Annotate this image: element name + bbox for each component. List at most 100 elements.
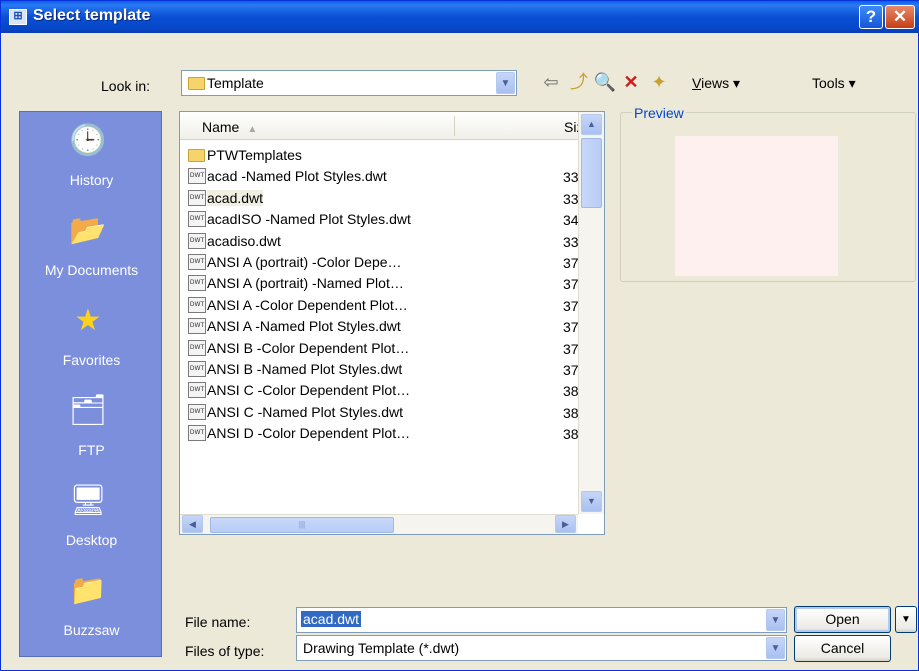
file-row[interactable]: PTWTemplates [180, 146, 578, 167]
scroll-down-icon[interactable]: ▼ [581, 491, 602, 512]
place-favorites[interactable]: ★ Favorites [20, 292, 163, 382]
search-web-icon[interactable]: 🔍 [593, 71, 617, 93]
open-options-icon[interactable]: ▼ [895, 606, 917, 633]
file-name: ANSI A (portrait) -Color Depe… [207, 253, 402, 270]
history-icon: 🕒 [69, 123, 107, 157]
look-in-dropdown[interactable]: Template ▼ [181, 70, 517, 96]
column-divider[interactable] [454, 116, 455, 136]
ftp-icon: 🗂 [68, 393, 108, 427]
up-folder-icon[interactable]: ⤴ [567, 71, 591, 93]
place-ftp[interactable]: 🗂 FTP [20, 382, 163, 472]
file-name: ANSI A (portrait) -Named Plot… [207, 275, 404, 292]
dwt-file-icon: DWT [188, 382, 206, 399]
folder-icon [188, 148, 205, 162]
column-header-name[interactable]: Name ▲ [202, 119, 257, 135]
file-row[interactable]: DWTANSI B -Color Dependent Plot…37 K [180, 339, 592, 360]
file-name: acad.dwt [207, 189, 264, 206]
file-row[interactable]: DWTANSI A -Named Plot Styles.dwt37 K [180, 317, 592, 338]
caret-down-icon: ▾ [733, 75, 741, 91]
dwt-file-icon: DWT [188, 253, 206, 270]
dwt-file-icon: DWT [188, 275, 206, 292]
scroll-right-icon[interactable]: ▶ [555, 515, 576, 533]
place-label: Favorites [62, 352, 121, 368]
files-of-type-value: Drawing Template (*.dwt) [303, 640, 460, 656]
dwt-file-icon: DWT [188, 168, 206, 185]
file-row[interactable]: DWTANSI C -Color Dependent Plot…38 K [180, 381, 592, 402]
file-name: ANSI D -Color Dependent Plot… [207, 425, 411, 442]
new-folder-icon[interactable]: ✦ [647, 71, 671, 93]
title-bar[interactable]: ⊞ Select template ? ✕ [1, 1, 919, 33]
folder-icon [188, 77, 205, 90]
files-of-type-label: Files of type: [185, 643, 265, 659]
file-list[interactable]: Name ▲ Siz PTWTemplates DWT acad -Named Plo… [179, 111, 605, 535]
help-button[interactable]: ? [859, 5, 883, 29]
select-template-dialog: ⊞ Select template ? ✕ Look in: Template … [0, 0, 919, 671]
horizontal-scrollbar[interactable]: ◀ ||| ▶ [180, 514, 578, 534]
file-row[interactable]: DWTacadISO -Named Plot Styles.dwt34 K [180, 210, 592, 231]
place-buzzsaw[interactable]: 📁 Buzzsaw [20, 562, 163, 652]
file-name: ANSI C -Color Dependent Plot… [207, 382, 411, 399]
back-icon[interactable]: ⇦ [539, 71, 563, 93]
file-row[interactable]: DWTANSI C -Named Plot Styles.dwt38 K [180, 403, 592, 424]
file-name: acadISO -Named Plot Styles.dwt [207, 211, 411, 228]
file-row[interactable]: DWTANSI A (portrait) -Named Plot…37 K [180, 274, 592, 295]
look-in-label: Look in: [101, 78, 151, 94]
scroll-up-icon[interactable]: ▲ [581, 114, 602, 135]
file-name-value[interactable]: acad.dwt [301, 611, 362, 627]
dwt-file-icon: DWT [188, 425, 206, 442]
app-icon: ⊞ [9, 9, 27, 25]
favorites-icon: ★ [74, 303, 102, 337]
scroll-thumb[interactable] [581, 138, 602, 208]
files-of-type-dropdown[interactable]: Drawing Template (*.dwt) ▼ [296, 635, 787, 661]
dwt-file-icon: DWT [188, 339, 206, 356]
caret-down-icon: ▾ [848, 75, 856, 91]
places-bar: 🕒 History 📂 My Documents ★ Favorites 🗂 F… [19, 111, 162, 657]
place-my-documents[interactable]: 📂 My Documents [20, 202, 163, 292]
file-name: ANSI B -Color Dependent Plot… [207, 339, 410, 356]
place-label: History [69, 172, 114, 188]
preview-image [675, 136, 838, 276]
dwt-file-icon: DWT [188, 189, 206, 206]
file-row[interactable]: DWTacadiso.dwt33 K [180, 232, 592, 253]
delete-icon[interactable]: ✕ [619, 71, 643, 93]
dwt-file-icon: DWT [188, 403, 206, 420]
file-row[interactable]: DWTacad -Named Plot Styles.dwt33 K [180, 167, 592, 188]
tools-label: Tools [812, 75, 845, 91]
place-label: Buzzsaw [63, 622, 120, 638]
open-button[interactable]: Open [794, 606, 891, 633]
chevron-down-icon[interactable]: ▼ [766, 637, 785, 659]
file-name: ANSI B -Named Plot Styles.dwt [207, 360, 403, 377]
list-header: Name ▲ Siz [180, 112, 583, 140]
place-label: FTP [78, 442, 105, 458]
views-label: iews [701, 75, 730, 91]
file-row[interactable]: DWTacad.dwt33 K [180, 189, 592, 210]
file-row[interactable]: DWTANSI A -Color Dependent Plot…37 K [180, 296, 592, 317]
scroll-left-icon[interactable]: ◀ [182, 515, 203, 533]
chevron-down-icon[interactable]: ▼ [496, 72, 515, 94]
place-desktop[interactable]: 🖥 Desktop [20, 472, 163, 562]
sort-ascending-icon: ▲ [247, 124, 258, 135]
file-name-label: File name: [185, 614, 251, 630]
file-row[interactable]: DWTANSI D -Color Dependent Plot…38 K [180, 424, 592, 445]
place-label: Desktop [65, 532, 118, 548]
chevron-down-icon[interactable]: ▼ [766, 609, 785, 631]
close-button[interactable]: ✕ [885, 5, 915, 29]
dwt-file-icon: DWT [188, 232, 206, 249]
dwt-file-icon: DWT [188, 318, 206, 335]
tools-menu[interactable]: Tools ▾ [812, 75, 856, 92]
dwt-file-icon: DWT [188, 360, 206, 377]
scroll-thumb[interactable]: ||| [210, 517, 394, 533]
file-name-input[interactable]: acad.dwt ▼ [296, 607, 787, 633]
file-name: ANSI A -Named Plot Styles.dwt [207, 318, 401, 335]
place-history[interactable]: 🕒 History [20, 112, 163, 202]
vertical-scrollbar[interactable]: ▲ ▼ [578, 112, 604, 514]
file-name: ANSI C -Named Plot Styles.dwt [207, 403, 404, 420]
file-row[interactable]: DWTANSI B -Named Plot Styles.dwt37 K [180, 360, 592, 381]
dwt-file-icon: DWT [188, 211, 206, 228]
file-row[interactable]: DWTANSI A (portrait) -Color Depe…37 K [180, 253, 592, 274]
preview-label: Preview [632, 105, 686, 121]
window-title: Select template [33, 7, 151, 24]
views-menu[interactable]: Views ▾ [692, 75, 740, 92]
file-name: acadiso.dwt [207, 232, 281, 249]
cancel-button[interactable]: Cancel [794, 635, 891, 662]
